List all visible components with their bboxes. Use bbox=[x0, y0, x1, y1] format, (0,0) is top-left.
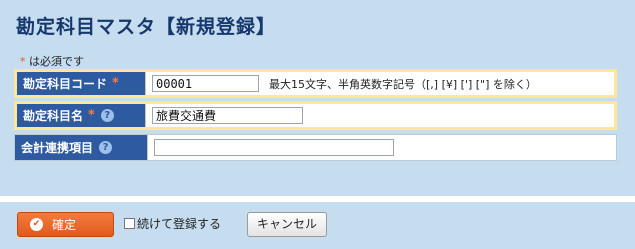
account-name-input[interactable] bbox=[152, 107, 303, 124]
account-code-input[interactable] bbox=[152, 75, 259, 92]
accounting-link-input[interactable] bbox=[154, 139, 394, 156]
field-row-account-code: 勘定科目コード * 最大15文字、半角英数字記号（[,] [¥] ['] ["]… bbox=[14, 69, 617, 98]
accounting-link-value-cell bbox=[147, 135, 616, 160]
account-name-label-text: 勘定科目名 bbox=[23, 109, 84, 123]
accounting-link-label-text: 会計連携項目 bbox=[21, 141, 94, 155]
footer-bar: ✔ 確定 続けて登録する キャンセル bbox=[0, 202, 635, 249]
field-row-accounting-link: 会計連携項目 ? bbox=[14, 134, 617, 161]
account-code-hint: 最大15文字、半角英数字記号（[,] [¥] ['] ["] を除く） bbox=[269, 77, 537, 91]
accounting-link-label: 会計連携項目 ? bbox=[15, 135, 147, 160]
continue-register-checkbox[interactable] bbox=[124, 218, 135, 229]
required-asterisk: * bbox=[112, 76, 119, 91]
account-name-label: 勘定科目名 * ? bbox=[17, 104, 145, 127]
required-asterisk: * bbox=[88, 108, 95, 123]
required-note-text: は必須です bbox=[29, 55, 84, 68]
required-mark: * bbox=[20, 55, 26, 68]
confirm-button-label: 確定 bbox=[52, 218, 77, 232]
help-icon[interactable]: ? bbox=[100, 109, 114, 122]
required-note: * は必須です bbox=[20, 53, 84, 69]
account-code-label: 勘定科目コード * bbox=[17, 72, 145, 95]
page-title: 勘定科目マスタ【新規登録】 bbox=[16, 16, 277, 38]
continue-register-label[interactable]: 続けて登録する bbox=[137, 215, 221, 232]
confirm-button[interactable]: ✔ 確定 bbox=[17, 212, 114, 237]
field-row-account-name: 勘定科目名 * ? bbox=[14, 101, 617, 130]
check-circle-icon: ✔ bbox=[30, 218, 43, 231]
account-name-value-cell bbox=[145, 104, 614, 127]
cancel-button[interactable]: キャンセル bbox=[247, 212, 327, 237]
help-icon[interactable]: ? bbox=[99, 141, 113, 154]
account-code-value-cell: 最大15文字、半角英数字記号（[,] [¥] ['] ["] を除く） bbox=[145, 72, 614, 95]
continue-register-option[interactable]: 続けて登録する bbox=[124, 215, 221, 232]
account-code-label-text: 勘定科目コード bbox=[23, 77, 108, 91]
